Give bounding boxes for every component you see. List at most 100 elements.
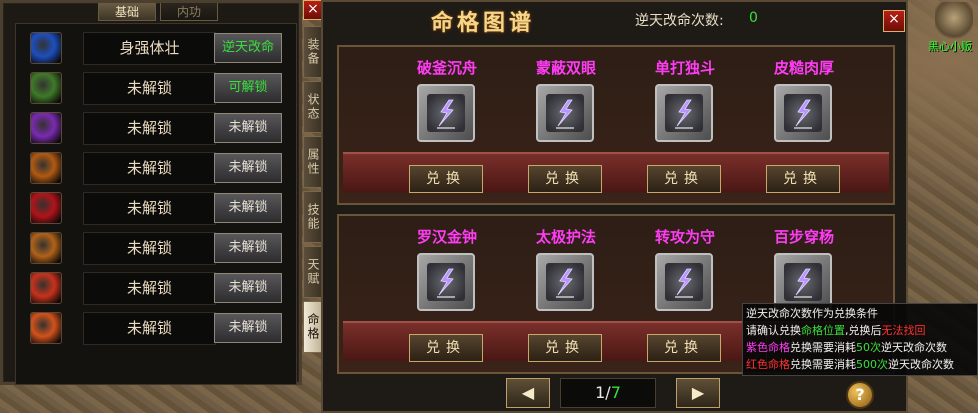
fate-item-name: 转攻为守 [654, 228, 715, 246]
character-tabs: 基础 内功 [98, 3, 222, 21]
fate-panel-close-button[interactable]: × [883, 10, 905, 32]
skill-name: 未解锁 [83, 152, 216, 185]
side-tab[interactable]: 技能 [303, 191, 323, 243]
skill-name: 未解锁 [83, 272, 216, 305]
skill-action-button[interactable]: 未解锁 [214, 273, 282, 303]
tooltip-red-fate: 红色命格 [746, 358, 790, 371]
skill-name: 未解锁 [83, 72, 216, 105]
lightning-rune-icon [546, 263, 584, 301]
skill-name: 未解锁 [83, 112, 216, 145]
side-tab[interactable]: 属性 [303, 136, 323, 188]
tooltip-text: ,兑换后 [845, 324, 882, 337]
skill-action-button[interactable]: 可解锁 [214, 73, 282, 103]
lightning-rune-icon [665, 263, 703, 301]
skill-row: 未解锁 未解锁 [16, 189, 298, 227]
skill-action-button[interactable]: 逆天改命 [214, 33, 282, 63]
fate-item-name: 皮糙肉厚 [773, 59, 834, 77]
tooltip-line-3: 紫色命格兑换需要消耗50次逆天改命次数 [746, 339, 974, 356]
skill-row: 未解锁 可解锁 [16, 69, 298, 107]
exchange-button[interactable]: 兑换 [647, 165, 721, 193]
skill-action-button[interactable]: 未解锁 [214, 153, 282, 183]
skill-action-button[interactable]: 未解锁 [214, 193, 282, 223]
skill-name: 未解锁 [83, 232, 216, 265]
character-panel: 基础 内功 身强体壮 逆天改命 未解锁 可解锁 未解锁 未解锁 未解锁 未解锁 未解锁 未解锁 未解… [0, 0, 302, 385]
exchange-button[interactable]: 兑换 [528, 334, 602, 362]
side-tab[interactable]: 天赋 [303, 246, 323, 298]
tooltip-purple-fate: 紫色命格 [746, 341, 790, 354]
page-indicator: 1/7 [560, 378, 656, 408]
fate-item-slot: 转攻为守 兑换 [635, 226, 735, 376]
tab-basic[interactable]: 基础 [98, 3, 156, 21]
lightning-rune-icon [427, 94, 465, 132]
skill-row: 未解锁 未解锁 [16, 229, 298, 267]
skill-row: 未解锁 未解锁 [16, 269, 298, 307]
fire-figure-icon[interactable] [30, 152, 62, 184]
tooltip-cost: 50次 [856, 341, 881, 354]
exchange-tooltip: 逆天改命次数作为兑换条件 请确认兑换命格位置,兑换后无法找回 紫色命格兑换需要消… [742, 303, 978, 376]
npc-name-label: 黑心小贩 [928, 40, 972, 53]
character-panel-close-button[interactable]: × [303, 0, 323, 20]
fate-item-name: 破釜沉舟 [416, 59, 477, 77]
fate-item-icon[interactable] [417, 253, 475, 311]
tooltip-warning: 无法找回 [881, 324, 926, 337]
tooltip-line-2: 请确认兑换命格位置,兑换后无法找回 [746, 322, 974, 339]
fate-count-label: 逆天改命次数: [635, 13, 724, 29]
skill-action-button[interactable]: 未解锁 [214, 313, 282, 343]
fate-item-slot: 破釜沉舟 兑换 [397, 57, 497, 207]
tooltip-text: 逆天改命次数 [888, 358, 954, 371]
side-tab[interactable]: 装备 [303, 26, 323, 78]
skill-action-button[interactable]: 未解锁 [214, 113, 282, 143]
fate-item-icon[interactable] [774, 84, 832, 142]
purple-swirl-icon[interactable] [30, 112, 62, 144]
tooltip-text: 兑换需要消耗 [790, 358, 856, 371]
next-page-button[interactable]: ▶ [676, 378, 720, 408]
npc-sprite[interactable] [935, 2, 973, 42]
fate-row-1: 破釜沉舟 兑换 蒙蔽双眼 兑换 单打独斗 兑换 皮糙肉厚 兑换 [337, 45, 895, 205]
skill-row: 未解锁 未解锁 [16, 149, 298, 187]
fate-item-slot: 皮糙肉厚 兑换 [754, 57, 854, 207]
fate-item-name: 蒙蔽双眼 [535, 59, 596, 77]
fate-item-icon[interactable] [655, 84, 713, 142]
page-current: 1 [595, 383, 606, 402]
fate-skill-list: 身强体壮 逆天改命 未解锁 可解锁 未解锁 未解锁 未解锁 未解锁 未解锁 未解锁 未解锁 未解锁 未解… [15, 23, 297, 385]
fate-count-value: 0 [749, 10, 758, 26]
fate-item-icon[interactable] [655, 253, 713, 311]
page-title: 命格图谱 [431, 11, 536, 36]
prev-page-button[interactable]: ◀ [506, 378, 550, 408]
tooltip-text: 请确认兑换 [746, 324, 801, 337]
green-beast-icon[interactable] [30, 72, 62, 104]
fate-item-name: 罗汉金钟 [416, 228, 477, 246]
fate-item-slot: 太极护法 兑换 [516, 226, 616, 376]
side-tab[interactable]: 命格 [303, 301, 323, 353]
fate-item-slot: 罗汉金钟 兑换 [397, 226, 497, 376]
fate-item-icon[interactable] [536, 253, 594, 311]
side-tab[interactable]: 状态 [303, 81, 323, 133]
red-rune-icon[interactable] [30, 272, 62, 304]
fate-item-icon[interactable] [417, 84, 475, 142]
exchange-button[interactable]: 兑换 [647, 334, 721, 362]
blue-paw-icon[interactable] [30, 32, 62, 64]
lightning-rune-icon [546, 94, 584, 132]
fate-item-icon[interactable] [536, 84, 594, 142]
tooltip-line-4: 红色命格兑换需要消耗500次逆天改命次数 [746, 356, 974, 373]
red-orb-icon[interactable] [30, 192, 62, 224]
exchange-button[interactable]: 兑换 [409, 334, 483, 362]
tooltip-cost: 500次 [856, 358, 888, 371]
fate-item-name: 百步穿杨 [773, 228, 834, 246]
orange-beast-icon[interactable] [30, 232, 62, 264]
exchange-button[interactable]: 兑换 [528, 165, 602, 193]
tab-inner-power[interactable]: 内功 [160, 3, 218, 21]
tooltip-text: 兑换需要消耗 [790, 341, 856, 354]
skill-row: 身强体壮 逆天改命 [16, 29, 298, 67]
lightning-rune-icon [784, 263, 822, 301]
skill-action-button[interactable]: 未解锁 [214, 233, 282, 263]
exchange-button[interactable]: 兑换 [409, 165, 483, 193]
skill-name: 身强体壮 [83, 32, 216, 65]
help-button[interactable]: ? [846, 381, 874, 409]
fire-claw-icon[interactable] [30, 312, 62, 344]
tooltip-line-1: 逆天改命次数作为兑换条件 [746, 307, 878, 320]
lightning-rune-icon [665, 94, 703, 132]
tooltip-highlight: 命格位置 [801, 324, 845, 337]
exchange-button[interactable]: 兑换 [766, 165, 840, 193]
fate-item-slot: 蒙蔽双眼 兑换 [516, 57, 616, 207]
